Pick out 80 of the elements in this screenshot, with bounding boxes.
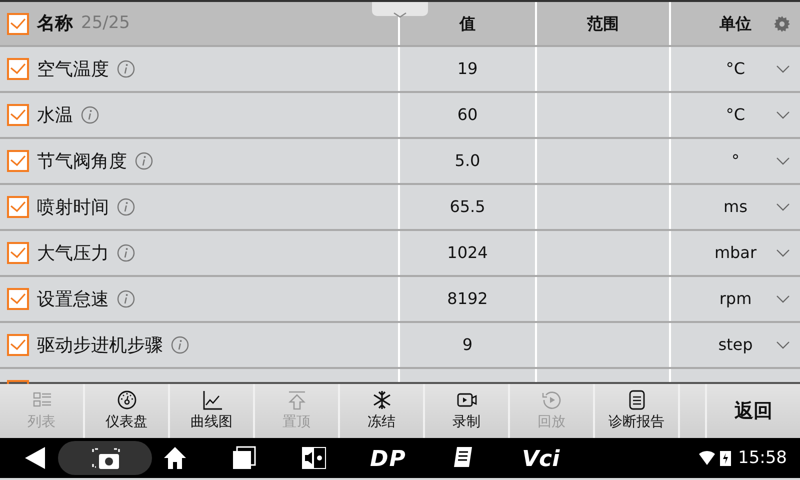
parameter-name: 节气阀角度 [37,150,127,174]
dropdown-caret-icon[interactable] [776,157,790,165]
checkbox[interactable] [7,242,29,264]
dropdown-caret-icon[interactable] [776,65,790,73]
parameter-name: 空气温度 [37,58,109,82]
home-icon[interactable] [163,446,187,470]
toolbar-button[interactable]: 曲线图 [170,384,255,438]
checkbox[interactable] [7,150,29,172]
dropdown-caret-icon[interactable] [776,111,790,119]
value-cell-text: 19 [457,58,478,80]
dropdown-caret-icon[interactable] [776,341,790,349]
unit-cell-text: °C [726,58,746,80]
wifi-icon[interactable] [698,450,716,466]
app-logo[interactable]: Vci [522,443,560,476]
checkbox[interactable] [7,12,29,34]
value-cell-text: 5.0 [454,150,480,172]
replay-icon [540,390,562,410]
unit-cell-text: step [718,334,753,356]
info-icon[interactable] [117,60,135,78]
checkbox[interactable] [7,334,29,356]
toolbar-spacer [680,384,707,438]
info-icon[interactable] [117,198,135,216]
checkmark-icon [10,247,26,259]
checkmark-icon [10,63,26,75]
line-chart-icon [200,390,222,410]
parameter-name: 驱动步进机步骤 [37,334,163,358]
parameter-name: 喷射时间 [37,196,109,220]
info-icon[interactable] [117,290,135,308]
info-icon[interactable] [81,106,99,124]
settings-icon[interactable] [774,16,790,32]
gauge-icon [116,390,138,410]
checkmark-icon [10,339,26,351]
recent-apps-icon[interactable] [232,446,256,470]
volume-brightness-icon[interactable] [301,446,327,470]
value-cell-text: 60 [457,104,478,126]
unit-cell-text: ° [732,150,740,172]
checkmark-icon [10,293,26,305]
checkmark-icon [10,155,26,167]
checkbox[interactable] [7,58,29,80]
dropdown-caret-icon[interactable] [776,203,790,211]
toolbar-button[interactable]: 仪表盘 [85,384,170,438]
toolbar-button[interactable]: 冻结 [340,384,425,438]
back-button[interactable]: 返回 [707,384,800,438]
item-count: 25/25 [81,12,130,35]
checkbox[interactable] [7,288,29,310]
parameter-name: 设置怠速 [37,288,109,312]
column-header: 名称 [37,12,73,36]
checkmark-icon [10,201,26,213]
parameter-name: 大气压力 [37,242,109,266]
info-icon[interactable] [117,244,135,262]
list-icon [30,390,52,410]
column-header: 范围 [587,12,619,34]
unit-cell-text: ms [724,196,748,218]
value-cell-text: 65.5 [450,196,486,218]
battery-icon[interactable] [720,450,731,466]
checkmark-icon [10,109,26,121]
checkmark-icon [10,18,26,30]
checkbox[interactable] [7,196,29,218]
toolbar-button[interactable]: 诊断报告 [595,384,680,438]
unit-cell-text: mbar [714,242,757,264]
column-header: 值 [460,12,476,34]
value-cell-text: 9 [462,334,473,356]
clock-time: 15:58 [738,447,787,470]
unit-cell-text: °C [726,104,746,126]
back-icon[interactable] [24,446,46,470]
toolbar-button[interactable]: 录制 [425,384,510,438]
notes-icon[interactable] [452,446,474,470]
snowflake-icon [370,390,392,410]
dropdown-caret-icon[interactable] [776,295,790,303]
camera-icon[interactable] [92,446,120,470]
unit-cell-text: rpm [719,288,752,310]
app-logo[interactable]: DP [370,443,406,476]
value-cell-text: 8192 [447,288,488,310]
info-icon[interactable] [171,336,189,354]
value-cell-text: 1024 [447,242,488,264]
parameter-name: 水温 [37,104,73,128]
checkbox[interactable] [7,104,29,126]
dropdown-caret-icon[interactable] [776,249,790,257]
column-header: 单位 [720,12,752,34]
info-icon[interactable] [135,152,153,170]
